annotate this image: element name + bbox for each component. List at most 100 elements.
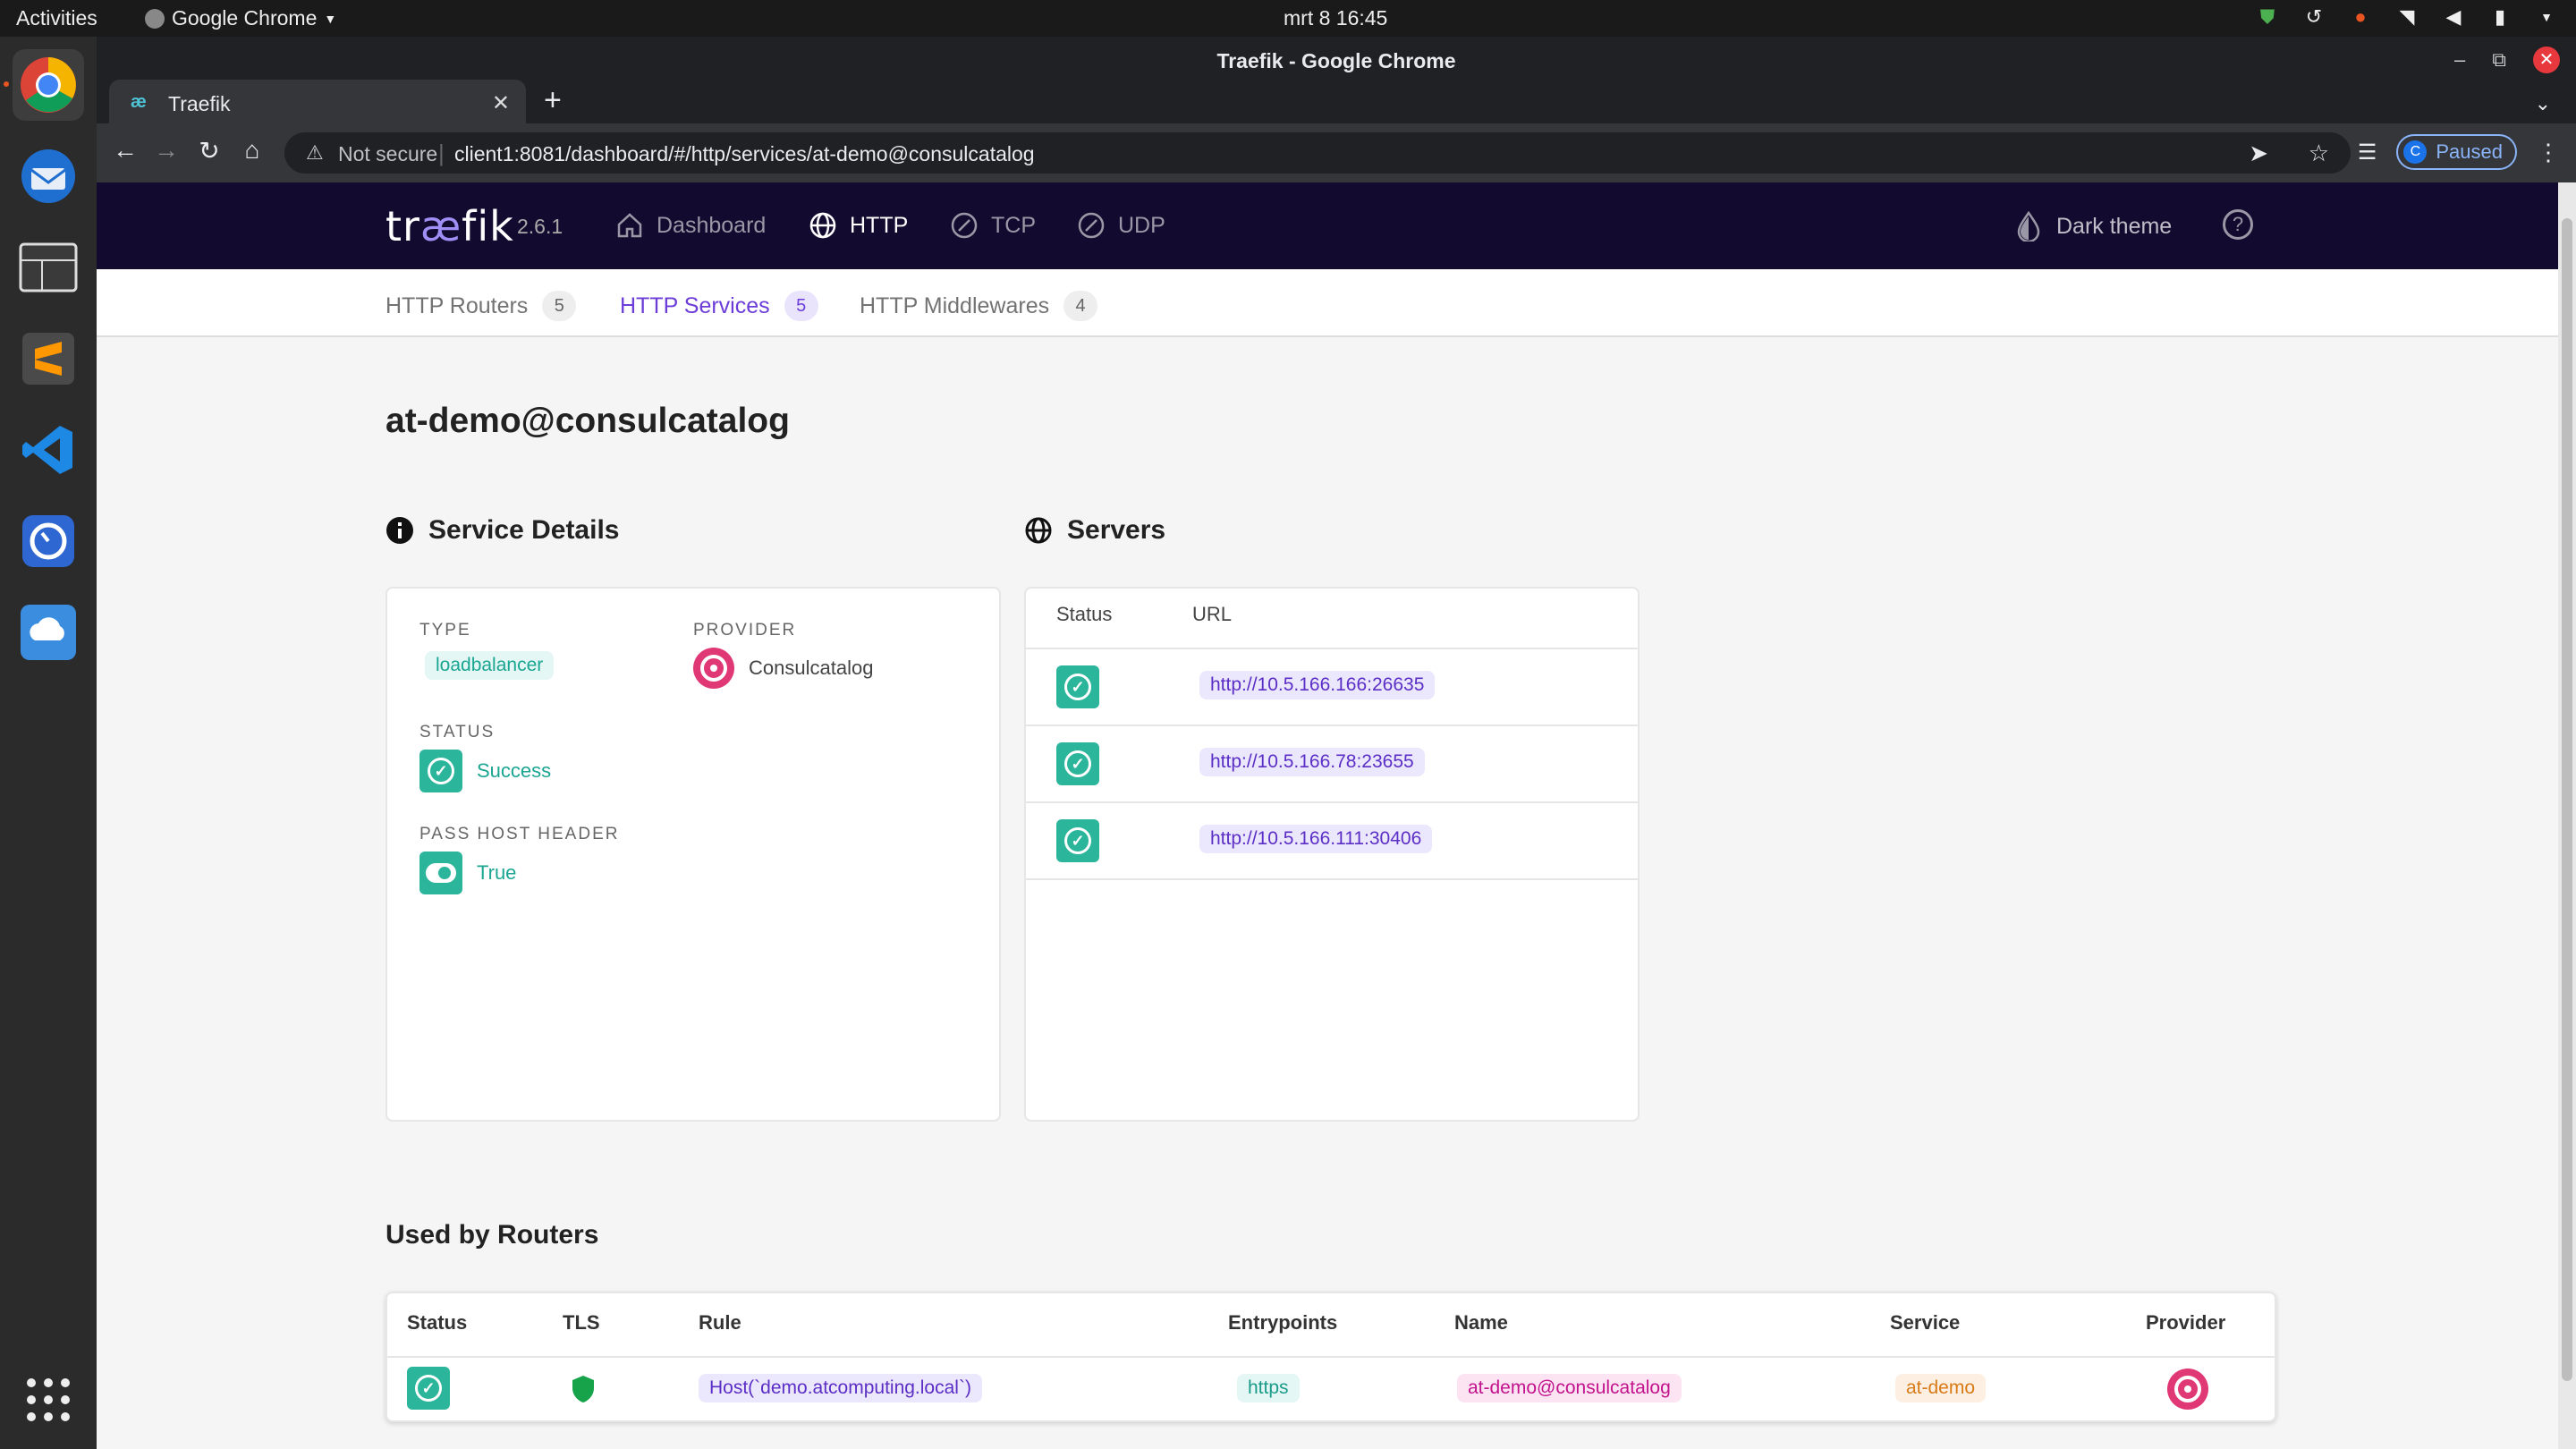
- table-row[interactable]: ✓ http://10.5.166.166:26635: [1026, 649, 1638, 724]
- battery-icon[interactable]: ▮: [2488, 5, 2512, 29]
- app-menu[interactable]: Google Chrome ▼: [145, 6, 336, 30]
- send-icon[interactable]: ➤: [2249, 140, 2268, 167]
- logo-text-start: tr: [386, 202, 420, 250]
- traefik-logo[interactable]: træfik: [386, 202, 514, 250]
- page-scrollbar[interactable]: [2558, 182, 2576, 1449]
- reload-button[interactable]: ↻: [193, 136, 225, 165]
- omnibox-separator: |: [438, 140, 445, 166]
- ubuntu-tray-icon[interactable]: ●: [2349, 5, 2372, 29]
- nav-http-label: HTTP: [850, 212, 909, 238]
- nav-dashboard[interactable]: Dashboard: [615, 211, 766, 240]
- dock: [0, 37, 97, 1449]
- thunderbird-dock-icon[interactable]: [13, 140, 84, 212]
- vscode-dock-icon[interactable]: [13, 414, 84, 486]
- tab-http-services[interactable]: HTTP Services 5: [620, 291, 833, 321]
- wifi-icon[interactable]: ◥: [2395, 5, 2419, 29]
- maximize-button[interactable]: ⧉: [2492, 48, 2506, 72]
- url-text[interactable]: client1:8081/dashboard/#/http/services/a…: [454, 142, 1035, 166]
- activities-button[interactable]: Activities: [16, 6, 97, 30]
- tab-label: HTTP Middlewares: [860, 292, 1050, 318]
- os-top-bar: Activities Google Chrome ▼ mrt 8 16:45 ⛊…: [0, 0, 2576, 37]
- table-row[interactable]: ✓ Host(`demo.atcomputing.local`) https a…: [387, 1358, 2275, 1420]
- tab-close-icon[interactable]: ✕: [492, 90, 510, 116]
- server-url[interactable]: http://10.5.166.166:26635: [1199, 671, 1436, 699]
- timeshift-dock-icon[interactable]: [13, 505, 84, 577]
- pass-host-header-text: True: [477, 861, 517, 884]
- warning-icon[interactable]: ⚠: [306, 141, 324, 165]
- nav-tcp[interactable]: TCP: [950, 211, 1036, 240]
- home-button[interactable]: ⌂: [236, 136, 268, 165]
- col-entrypoints: Entrypoints: [1228, 1311, 1338, 1334]
- minimize-button[interactable]: –: [2454, 48, 2465, 72]
- nav-http[interactable]: HTTP: [809, 211, 908, 240]
- forward-button[interactable]: →: [150, 136, 182, 165]
- sublime-text-dock-icon[interactable]: [13, 323, 84, 394]
- tab-http-middlewares[interactable]: HTTP Middlewares 4: [860, 291, 1098, 321]
- servers-card: Status URL ✓ http://10.5.166.166:26635 ✓…: [1024, 587, 1640, 1122]
- col-tls: TLS: [563, 1311, 600, 1334]
- col-name: Name: [1454, 1311, 1508, 1334]
- nav-udp-label: UDP: [1118, 212, 1165, 238]
- table-row[interactable]: ✓ http://10.5.166.78:23655: [1026, 726, 1638, 801]
- volume-icon[interactable]: ◀: [2442, 5, 2465, 29]
- not-secure-label[interactable]: Not secure: [338, 142, 437, 166]
- shield-tray-icon[interactable]: ⛊: [2256, 5, 2279, 29]
- servers-col-url: URL: [1192, 603, 1233, 625]
- profile-avatar: C: [2403, 140, 2428, 164]
- system-tray[interactable]: ⛊ ↺ ● ◥ ◀ ▮ ▼: [2256, 5, 2558, 29]
- status-text: Success: [477, 759, 552, 782]
- status-label: STATUS: [419, 723, 496, 741]
- bookmark-star-icon[interactable]: ☆: [2309, 140, 2329, 167]
- cloud-app-dock-icon[interactable]: [13, 597, 84, 668]
- type-label: TYPE: [419, 621, 471, 640]
- new-tab-button[interactable]: +: [544, 83, 562, 118]
- pass-host-header-label: PASS HOST HEADER: [419, 825, 620, 843]
- used-by-routers-heading: Used by Routers: [386, 1220, 598, 1250]
- router-rule: Host(`demo.atcomputing.local`): [699, 1374, 982, 1402]
- router-name: at-demo@consulcatalog: [1457, 1374, 1682, 1402]
- tab-search-button[interactable]: ⌄: [2535, 92, 2551, 115]
- dark-theme-label: Dark theme: [2056, 213, 2173, 239]
- window-titlebar[interactable]: Traefik - Google Chrome – ⧉ ✕: [97, 37, 2576, 83]
- info-icon: [386, 517, 413, 544]
- profile-status: Paused: [2436, 140, 2503, 163]
- table-row[interactable]: ✓ http://10.5.166.111:30406: [1026, 803, 1638, 878]
- profile-button[interactable]: C Paused: [2396, 134, 2517, 170]
- http-subnav: HTTP Routers 5 HTTP Services 5 HTTP Midd…: [97, 269, 2558, 337]
- section-title: Servers: [1067, 515, 1166, 545]
- logo-text-end: fik: [462, 202, 514, 250]
- clock[interactable]: mrt 8 16:45: [1284, 6, 1387, 30]
- servers-col-status: Status: [1056, 603, 1113, 625]
- network-icon: [951, 212, 978, 239]
- tab-http-routers[interactable]: HTTP Routers 5: [386, 291, 577, 321]
- server-url[interactable]: http://10.5.166.111:30406: [1199, 825, 1433, 853]
- terminal-dock-icon[interactable]: [13, 232, 84, 303]
- reading-list-icon[interactable]: ☰: [2358, 140, 2377, 165]
- chrome-dock-icon[interactable]: [13, 49, 84, 121]
- address-bar[interactable]: ⚠ Not secure | client1:8081/dashboard/#/…: [284, 132, 2351, 174]
- chrome-menu-icon[interactable]: ⋮: [2537, 139, 2560, 166]
- nav-udp[interactable]: UDP: [1077, 211, 1165, 240]
- show-apps-icon[interactable]: [27, 1378, 70, 1421]
- back-button[interactable]: ←: [109, 136, 141, 165]
- router-entrypoint: https: [1237, 1374, 1300, 1402]
- browser-tab[interactable]: æ Traefik ✕: [109, 80, 526, 129]
- toggle-on-icon: [419, 852, 462, 894]
- check-icon: ✓: [1056, 665, 1099, 708]
- version-label: 2.6.1: [517, 215, 564, 238]
- window-close-button[interactable]: ✕: [2533, 47, 2560, 73]
- help-icon[interactable]: ?: [2223, 209, 2253, 240]
- scrollbar-thumb[interactable]: [2562, 218, 2572, 1381]
- dark-theme-toggle[interactable]: Dark theme: [2015, 211, 2172, 242]
- traefik-navbar: træfik 2.6.1 Dashboard HTTP TCP UDP Dark…: [97, 182, 2558, 269]
- update-tray-icon[interactable]: ↺: [2302, 5, 2326, 29]
- system-menu-caret-icon[interactable]: ▼: [2535, 5, 2558, 29]
- logo-text-ae: æ: [419, 202, 462, 250]
- check-icon: ✓: [419, 750, 462, 792]
- section-title: Service Details: [428, 515, 620, 545]
- window-title: Traefik - Google Chrome: [1216, 49, 1456, 72]
- routers-table: Status TLS Rule Entrypoints Name Service…: [386, 1292, 2276, 1422]
- provider-label: PROVIDER: [693, 621, 797, 640]
- provider-value: Consulcatalog: [693, 648, 873, 689]
- server-url[interactable]: http://10.5.166.78:23655: [1199, 748, 1425, 776]
